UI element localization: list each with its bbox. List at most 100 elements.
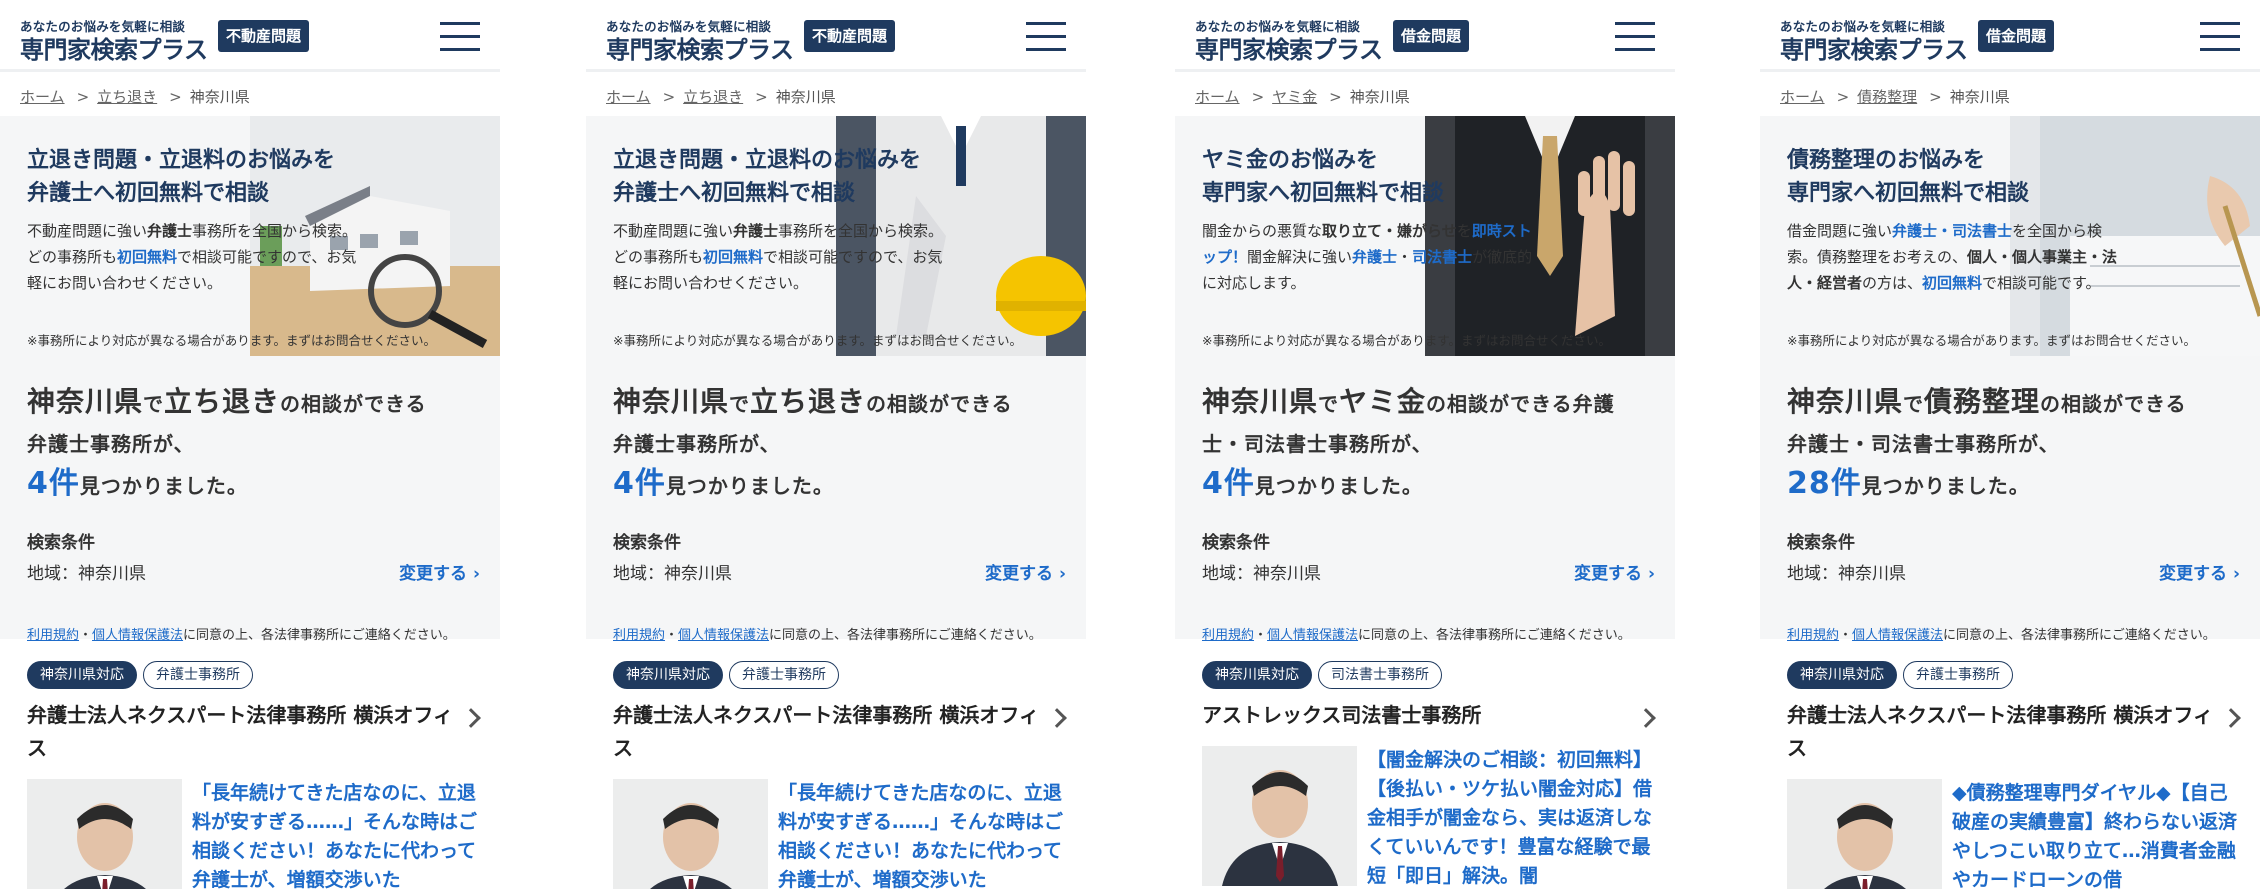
panel-4: あなたのお悩みを気軽に相談 専門家検索プラス 借金問題 ホーム > 債務整理 > 神奈川… <box>1760 0 2260 889</box>
office-name[interactable]: 弁護士法人ネクスパート法律事務所 横浜オフィス <box>1787 699 2217 765</box>
hero-text-chunk: 弁護士 <box>1352 248 1398 266</box>
hero-text-chunk: 取り立て・嫌がらせ <box>1322 222 1457 240</box>
breadcrumb-home[interactable]: ホーム <box>1780 88 1825 106</box>
office-photo <box>613 779 768 889</box>
panel-3: あなたのお悩みを気軽に相談 専門家検索プラス 借金問題 ホーム > ヤミ金 > 神奈川県… <box>1175 0 1675 889</box>
office-card[interactable]: 神奈川県対応 弁護士事務所 弁護士法人ネクスパート法律事務所 横浜オフィス ◆債… <box>1760 639 2260 889</box>
search-condition-value: 地域：神奈川県 <box>1787 564 1906 584</box>
site-header: あなたのお悩みを気軽に相談 専門家検索プラス 不動産問題 <box>586 0 1086 72</box>
breadcrumb: ホーム > 債務整理 > 神奈川県 <box>1780 88 2010 106</box>
area-tag: 神奈川県対応 <box>1787 661 1897 689</box>
result-heading: 神奈川県でヤミ金の相談ができる弁護 <box>1202 385 1615 418</box>
site-logo[interactable]: 専門家検索プラス <box>606 30 794 65</box>
hero-text-chunk: 初回無料 <box>1922 274 1983 292</box>
chevron-right-icon: › <box>1647 564 1655 584</box>
search-results-summary: 神奈川県でヤミ金の相談ができる弁護 士・司法書士事務所が、 4件見つかりました。… <box>1175 356 1675 643</box>
hamburger-menu-icon[interactable] <box>1026 22 1066 52</box>
chevron-right-icon[interactable] <box>1047 708 1067 728</box>
result-count: 4件見つかりました。 <box>27 466 248 501</box>
hero-text-chunk: 不動産問題に強い <box>27 222 148 240</box>
breadcrumb-current: 神奈川県 <box>189 88 250 106</box>
search-results-summary: 神奈川県で立ち退きの相談ができる 弁護士事務所が、 4件見つかりました。 検索条… <box>586 356 1086 643</box>
office-photo <box>1202 746 1357 886</box>
breadcrumb-topic[interactable]: ヤミ金 <box>1272 88 1317 106</box>
breadcrumb-topic[interactable]: 立ち退き <box>683 88 743 106</box>
search-condition-label: 検索条件 <box>27 533 95 553</box>
hero-note: ※事務所により対応が異なる場合があります。まずはお問合せください。 <box>613 333 1022 348</box>
area-tag: 神奈川県対応 <box>1202 661 1312 689</box>
hamburger-menu-icon[interactable] <box>2200 22 2240 52</box>
site-logo[interactable]: 専門家検索プラス <box>20 30 208 65</box>
breadcrumb-topic[interactable]: 立ち退き <box>97 88 157 106</box>
hamburger-menu-icon[interactable] <box>440 22 480 52</box>
breadcrumb-current: 神奈川県 <box>1349 88 1410 106</box>
result-count: 28件見つかりました。 <box>1787 466 2030 501</box>
site-header: あなたのお悩みを気軽に相談 専門家検索プラス 不動産問題 <box>0 0 500 72</box>
breadcrumb: ホーム > 立ち退き > 神奈川県 <box>20 88 250 106</box>
category-badge: 借金問題 <box>1393 20 1470 52</box>
category-badge: 不動産問題 <box>804 20 896 52</box>
hero-text-chunk: 闇金解決に強い <box>1247 248 1353 266</box>
office-card[interactable]: 神奈川県対応 司法書士事務所 アストレックス司法書士事務所 【闇金解決のご相談：… <box>1175 639 1675 889</box>
search-results-summary: 神奈川県で立ち退きの相談ができる 弁護士事務所が、 4件見つかりました。 検索条… <box>0 356 500 643</box>
breadcrumb-topic[interactable]: 債務整理 <box>1857 88 1917 106</box>
hero-text-chunk: で相談可能です。 <box>1982 274 2101 292</box>
office-catchcopy: 【闇金解決のご相談：初回無料】【後払い・ツケ払い闇金対応】借金相手が闇金なら、実… <box>1367 749 1653 887</box>
chevron-right-icon: › <box>1058 564 1066 584</box>
breadcrumb: ホーム > 立ち退き > 神奈川県 <box>606 88 836 106</box>
hero-text-chunk: 初回無料 <box>703 248 764 266</box>
search-condition-value: 地域：神奈川県 <box>1202 564 1321 584</box>
office-catchcopy: 「長年続けてきた店なのに、立退料が安すぎる……」そんな時はご相談ください！あなた… <box>778 782 1064 889</box>
hero-text-chunk: 初回無料 <box>117 248 178 266</box>
change-condition-link[interactable]: 変更する › <box>399 559 480 584</box>
hero-banner: 立退き問題・立退料のお悩みを 弁護士へ初回無料で相談 不動産問題に強い弁護士事務所… <box>586 116 1086 356</box>
change-condition-link[interactable]: 変更する › <box>1574 559 1655 584</box>
result-count: 4件見つかりました。 <box>1202 466 1423 501</box>
office-name[interactable]: 弁護士法人ネクスパート法律事務所 横浜オフィス <box>27 699 457 765</box>
result-heading: 神奈川県で立ち退きの相談ができる <box>613 385 1013 418</box>
area-tag: 神奈川県対応 <box>613 661 723 689</box>
breadcrumb-home[interactable]: ホーム <box>1195 88 1240 106</box>
breadcrumb-current: 神奈川県 <box>1949 88 2010 106</box>
hero-description: 闇金からの悪質な取り立て・嫌がらせを即時ストップ！闇金解決に強い弁護士・司法書士… <box>1175 210 1545 296</box>
area-tag: 神奈川県対応 <box>27 661 137 689</box>
hamburger-menu-icon[interactable] <box>1615 22 1655 52</box>
panel-1: あなたのお悩みを気軽に相談 専門家検索プラス 不動産問題 ホーム > 立ち退き > 神奈… <box>0 0 500 889</box>
chevron-right-icon[interactable] <box>1636 708 1656 728</box>
site-logo[interactable]: 専門家検索プラス <box>1780 30 1968 65</box>
result-heading-2: 弁護士・司法書士事務所が、 <box>1787 432 2060 456</box>
search-condition-value: 地域：神奈川県 <box>613 564 732 584</box>
chevron-right-icon[interactable] <box>461 708 481 728</box>
change-condition-link[interactable]: 変更する › <box>985 559 1066 584</box>
hero-title: ヤミ金のお悩みを 専門家へ初回無料で相談 <box>1202 148 1445 206</box>
site-logo[interactable]: 専門家検索プラス <box>1195 30 1383 65</box>
breadcrumb-home[interactable]: ホーム <box>20 88 65 106</box>
hero-text-chunk: 借金問題に強い <box>1787 222 1893 240</box>
chevron-right-icon[interactable] <box>2221 708 2241 728</box>
office-name[interactable]: アストレックス司法書士事務所 <box>1202 699 1632 732</box>
office-type-tag: 司法書士事務所 <box>1318 661 1442 689</box>
search-condition-label: 検索条件 <box>1787 533 1855 553</box>
hero-banner: 債務整理のお悩みを 専門家へ初回無料で相談 借金問題に強い弁護士・司法書士を全国か… <box>1760 116 2260 356</box>
hero-description: 不動産問題に強い弁護士事務所を全国から検索。どの事務所も初回無料で相談可能ですの… <box>0 210 370 296</box>
hero-text-chunk: 弁護士 <box>733 222 779 240</box>
hero-text-chunk: 司法書士 <box>1412 248 1473 266</box>
office-type-tag: 弁護士事務所 <box>729 661 839 689</box>
hero-banner: ヤミ金のお悩みを 専門家へ初回無料で相談 闇金からの悪質な取り立て・嫌がらせを即時… <box>1175 116 1675 356</box>
office-photo <box>27 779 182 889</box>
hero-note: ※事務所により対応が異なる場合があります。まずはお問合せください。 <box>1787 333 2196 348</box>
office-card[interactable]: 神奈川県対応 弁護士事務所 弁護士法人ネクスパート法律事務所 横浜オフィス 「長… <box>586 639 1086 889</box>
result-heading-2: 弁護士事務所が、 <box>27 432 195 456</box>
site-header: あなたのお悩みを気軽に相談 専門家検索プラス 借金問題 <box>1175 0 1675 72</box>
office-name[interactable]: 弁護士法人ネクスパート法律事務所 横浜オフィス <box>613 699 1043 765</box>
breadcrumb-home[interactable]: ホーム <box>606 88 651 106</box>
office-photo <box>1787 779 1942 889</box>
hero-text-chunk: の方は、 <box>1862 274 1923 292</box>
search-condition-label: 検索条件 <box>613 533 681 553</box>
office-card[interactable]: 神奈川県対応 弁護士事務所 弁護士法人ネクスパート法律事務所 横浜オフィス 「長… <box>0 639 500 889</box>
change-condition-link[interactable]: 変更する › <box>2159 559 2240 584</box>
hero-title: 立退き問題・立退料のお悩みを 弁護士へ初回無料で相談 <box>613 148 922 206</box>
category-badge: 借金問題 <box>1978 20 2055 52</box>
result-count: 4件見つかりました。 <box>613 466 834 501</box>
office-type-tag: 弁護士事務所 <box>143 661 253 689</box>
